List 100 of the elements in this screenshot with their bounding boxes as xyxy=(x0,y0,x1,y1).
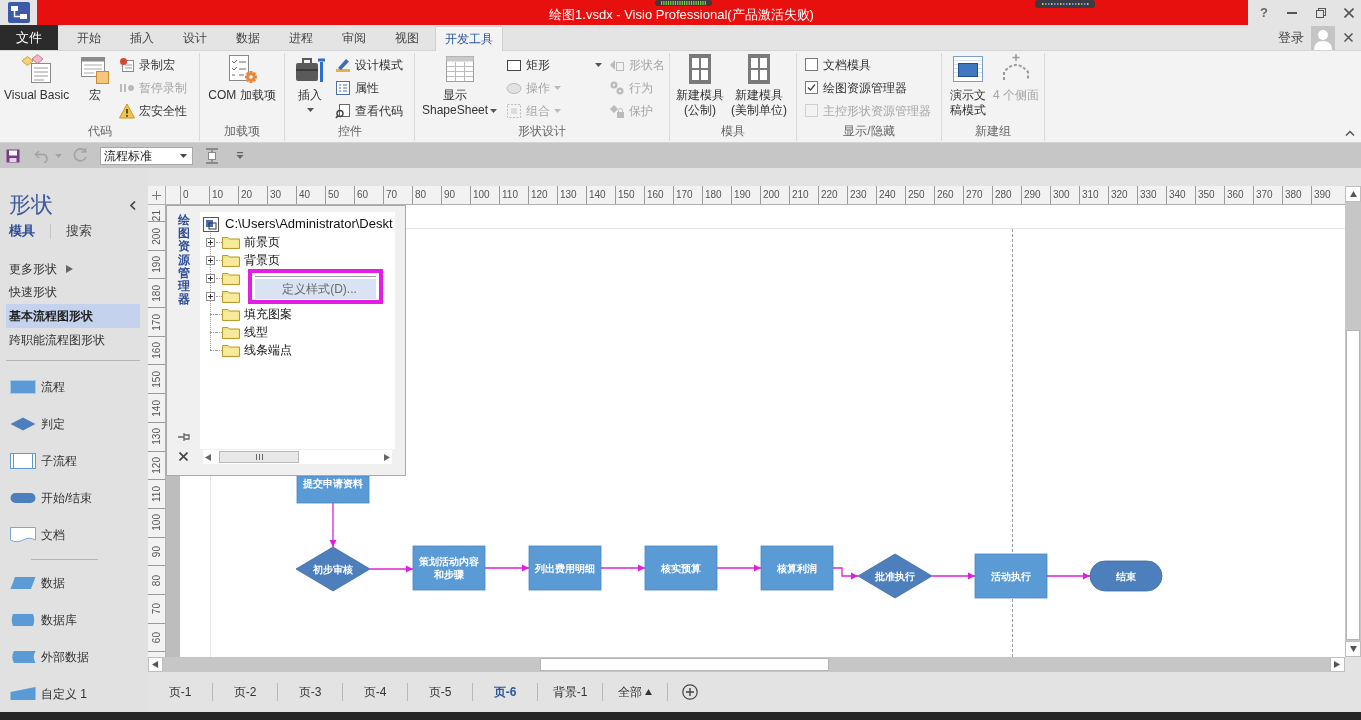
scroll-right-icon[interactable] xyxy=(383,453,390,461)
page-tab[interactable]: 页-5 xyxy=(408,683,473,701)
expand-icon[interactable] xyxy=(206,273,215,283)
ribbon-button[interactable]: 演示文稿模式 xyxy=(947,53,988,118)
ribbon-button[interactable]: 新建模具 (美制单位) xyxy=(729,53,789,118)
expand-icon[interactable] xyxy=(206,291,215,301)
scroll-thumb[interactable] xyxy=(540,658,829,671)
folder-icon xyxy=(222,271,240,285)
page-tab[interactable]: 页-2 xyxy=(213,683,278,701)
ribbon-button[interactable]: 显示 ShapeSheet xyxy=(420,53,500,118)
page-tab[interactable]: 页-4 xyxy=(343,683,408,701)
page-tab[interactable]: 页-3 xyxy=(278,683,343,701)
tree-item[interactable]: C:\Users\Administrator\Deskt xyxy=(200,215,393,233)
scroll-up-icon[interactable] xyxy=(1349,190,1357,198)
ribbon-button[interactable]: 属性 xyxy=(335,76,403,99)
stencil-shape[interactable]: 开始/结束 xyxy=(6,479,140,516)
ribbon-tab[interactable]: 开发工具 xyxy=(435,26,503,51)
stencil-shape[interactable]: 子流程 xyxy=(6,442,140,479)
scroll-down-icon[interactable] xyxy=(1349,645,1357,653)
stencil-shape[interactable]: 判定 xyxy=(6,405,140,442)
all-pages-button[interactable]: 全部 xyxy=(603,683,668,701)
ruler-label: 21 xyxy=(150,209,163,221)
stencil-shape[interactable]: 数据 xyxy=(6,564,140,601)
save-icon[interactable] xyxy=(6,148,20,163)
checkbox[interactable] xyxy=(805,81,818,94)
group-label: 形状设计 xyxy=(518,124,566,139)
page-tab[interactable]: 页-6 xyxy=(473,683,538,701)
close-icon[interactable] xyxy=(1343,7,1354,18)
checkbox[interactable] xyxy=(805,58,818,71)
ribbon-button[interactable]: 矩形 xyxy=(506,53,603,76)
stencil-shape[interactable]: 流程 xyxy=(6,368,140,405)
ribbon-tab[interactable]: 视图 xyxy=(380,25,433,50)
ruler-label: 30 xyxy=(270,189,282,201)
stencil-item[interactable]: 基本流程图形状 xyxy=(6,304,140,328)
expand-icon[interactable] xyxy=(206,255,215,265)
file-tab[interactable]: 文件 xyxy=(0,25,58,50)
submenu-arrow-icon xyxy=(66,265,73,273)
app-logo-icon[interactable] xyxy=(7,2,30,23)
ribbon-button[interactable]: 插入 xyxy=(292,53,328,112)
tree-item[interactable]: 填充图案 xyxy=(200,305,294,323)
stencil-shape[interactable]: 自定义 1 xyxy=(6,675,140,712)
more-shapes-button[interactable]: 更多形状 xyxy=(6,258,73,280)
stencil-shape[interactable]: 外部数据 xyxy=(6,638,140,675)
checkbox-option[interactable]: 绘图资源管理器 xyxy=(805,76,931,99)
crosshair-icon xyxy=(152,190,161,200)
fit-page-icon[interactable] xyxy=(205,147,219,164)
menu-item[interactable]: 定义样式(D)... xyxy=(255,279,376,299)
scroll-left-icon[interactable] xyxy=(152,661,159,668)
pin-icon[interactable] xyxy=(177,432,190,442)
ribbon-tab[interactable]: 数据 xyxy=(221,25,274,50)
ribbon-button[interactable]: 查看代码 xyxy=(335,99,403,122)
tree-item[interactable]: 背景页 xyxy=(200,251,282,269)
meter-strip-icon xyxy=(655,0,712,6)
dashed-square-icon xyxy=(506,102,523,119)
ribbon-button[interactable]: Visual Basic xyxy=(2,53,72,103)
scroll-thumb[interactable] xyxy=(1346,330,1360,640)
collapse-pane-icon[interactable] xyxy=(130,200,136,210)
checkbox-option[interactable]: 文档模具 xyxy=(805,53,931,76)
ribbon-tab[interactable]: 审阅 xyxy=(327,25,380,50)
scroll-thumb[interactable] xyxy=(219,451,300,463)
ribbon-tab[interactable]: 进程 xyxy=(274,25,327,50)
close-icon[interactable] xyxy=(1344,33,1353,42)
process-shape-icon xyxy=(10,378,36,395)
stencil-shape[interactable]: 文档 xyxy=(6,516,140,553)
ribbon-button[interactable]: 宏安全性 xyxy=(119,99,188,122)
ribbon-button[interactable]: 宏 xyxy=(77,53,114,103)
pane-tab[interactable]: 模具 xyxy=(9,223,35,239)
ruler-label: 50 xyxy=(328,189,340,201)
ribbon-button[interactable]: 新建模具 (公制) xyxy=(674,53,726,118)
tree-item[interactable]: 线型 xyxy=(200,323,270,341)
tree-item[interactable]: 线条端点 xyxy=(200,341,294,359)
pane-tab[interactable]: 搜索 xyxy=(66,223,92,239)
scroll-right-icon[interactable] xyxy=(1334,661,1341,668)
page-tab[interactable]: 页-1 xyxy=(148,683,213,701)
sign-in-link[interactable]: 登录 xyxy=(1278,27,1304,48)
add-page-icon[interactable] xyxy=(682,684,698,700)
style-combobox[interactable]: 流程标准 xyxy=(100,146,193,165)
stencil-item[interactable]: 跨职能流程图形状 xyxy=(6,328,140,352)
connector-arrow xyxy=(931,572,976,580)
expand-icon[interactable] xyxy=(206,237,215,247)
collapse-ribbon-icon[interactable] xyxy=(1345,130,1355,136)
customize-toolbar-icon[interactable] xyxy=(236,152,244,159)
ribbon-button[interactable]: 录制宏 xyxy=(119,53,188,76)
scroll-left-icon[interactable] xyxy=(205,453,212,461)
tree-item[interactable]: 前景页 xyxy=(200,233,282,251)
ribbon-button[interactable]: 设计模式 xyxy=(335,53,403,76)
ribbon-tab[interactable]: 开始 xyxy=(62,25,115,50)
ribbon-tab[interactable]: 插入 xyxy=(115,25,168,50)
ribbon-button[interactable]: COM 加载项 xyxy=(206,53,278,103)
stencil-item[interactable]: 快速形状 xyxy=(6,280,140,304)
group-label: 代码 xyxy=(87,124,112,139)
page-tab[interactable]: 背景-1 xyxy=(538,683,603,701)
help-button[interactable]: ? xyxy=(1250,5,1278,20)
pane-title: 形状 xyxy=(9,192,53,218)
restore-icon[interactable] xyxy=(1316,7,1326,18)
ribbon-tab[interactable]: 设计 xyxy=(168,25,221,50)
close-icon[interactable] xyxy=(179,452,188,461)
ruler-label: 240 xyxy=(879,189,896,201)
minimize-icon[interactable] xyxy=(1287,11,1297,14)
stencil-shape[interactable]: 数据库 xyxy=(6,601,140,638)
